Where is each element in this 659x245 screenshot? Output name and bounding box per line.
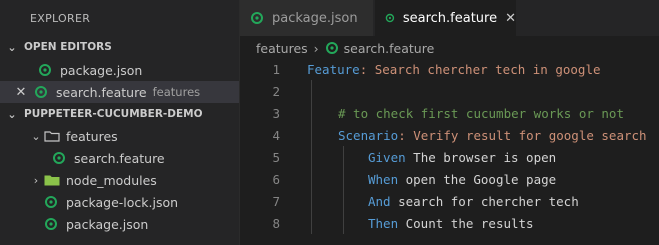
explorer-sidebar: EXPLORER ⌄ OPEN EDITORS package.json ✕ s… [0,0,240,245]
text: : Verify result for google search [398,127,647,143]
code-content: When open the Google page [368,172,556,187]
code-line[interactable]: 8 Then Count the results [240,212,659,234]
open-editor-label: search.feature [56,84,147,100]
text: The browser is open [405,149,557,165]
explorer-title: EXPLORER [30,12,91,25]
tab-package-json[interactable]: package.json [240,0,373,36]
code-line[interactable]: 6 When open the Google page [240,168,659,190]
breadcrumb-folder[interactable]: features [256,41,308,56]
tab-label: package.json [272,10,358,26]
close-icon[interactable]: ✕ [505,11,516,26]
line-number: 6 [272,171,280,187]
open-editors-header[interactable]: ⌄ OPEN EDITORS [0,36,239,58]
code-line[interactable]: 7 And search for chercher tech [240,190,659,212]
tab-label: search.feature [402,10,498,26]
tree-item-label: node_modules [66,172,157,188]
breadcrumb: features › search.feature [240,38,434,58]
code-content: Then Count the results [368,216,534,231]
code-line[interactable]: 2 [240,80,659,102]
gherkin-icon [35,86,47,98]
chevron-right-icon: › [313,40,319,56]
code-content: # to check first cucumber works or not [338,106,624,121]
tree-file-package-json[interactable]: package.json [0,213,239,235]
line-number: 4 [272,127,280,143]
text: search for chercher tech [390,193,579,209]
code-content: And search for chercher tech [368,194,579,209]
code-editor[interactable]: 1 Feature: Search chercher tech in googl… [240,58,659,245]
open-editors-label: OPEN EDITORS [24,41,112,53]
breadcrumb-file[interactable]: search.feature [344,41,435,56]
keyword: Scenario [338,127,399,143]
tree-file-package-lock[interactable]: package-lock.json [0,191,239,213]
gherkin-icon [53,152,65,164]
text: open the Google page [398,171,557,187]
text: : Search chercher tech in google [359,61,601,77]
tree-file-search-feature[interactable]: search.feature [0,147,239,169]
tree-item-label: features [66,128,118,144]
code-line[interactable]: 3 # to check first cucumber works or not [240,102,659,124]
gherkin-icon [325,42,338,54]
keyword: Given [368,149,406,165]
tab-search-feature[interactable]: search.feature ✕ [375,0,516,36]
chevron-right-icon: › [33,173,39,187]
folder-icon [44,175,60,186]
tree-item-label: package.json [66,216,149,232]
tab-bar: package.json search.feature ✕ [240,0,659,36]
open-editor-search-feature[interactable]: ✕ search.feature features [0,81,239,103]
text: Count the results [398,215,534,231]
keyword: When [368,171,399,187]
open-editor-label: package.json [60,62,143,78]
chevron-down-icon: ⌄ [7,107,17,121]
code-line[interactable]: 1 Feature: Search chercher tech in googl… [240,58,659,80]
file-icon [39,64,51,76]
line-number: 8 [272,215,280,231]
code-line[interactable]: 4 Scenario: Verify result for google sea… [240,124,659,146]
gherkin-icon [385,13,395,23]
code-content: Feature: Search chercher tech in google [307,62,601,77]
line-number: 2 [272,83,280,99]
code-content: Scenario: Verify result for google searc… [338,128,647,143]
open-editor-package-json[interactable]: package.json [0,59,239,81]
comment: # to check first cucumber works or not [338,105,624,121]
line-number: 5 [272,149,280,165]
keyword: Then [368,215,399,231]
file-icon [251,12,263,24]
line-number: 3 [272,105,280,121]
line-number: 7 [272,193,280,209]
code-content: Given The browser is open [368,150,556,165]
code-line[interactable]: 5 Given The browser is open [240,146,659,168]
open-editor-description: features [152,85,201,99]
tree-item-label: search.feature [74,150,165,166]
close-icon[interactable]: ✕ [14,85,28,100]
file-icon [45,218,57,230]
tree-folder-node-modules[interactable]: › node_modules [0,169,239,191]
chevron-down-icon: ⌄ [31,129,41,143]
line-number: 1 [272,61,280,77]
project-header[interactable]: ⌄ PUPPETEER-CUCUMBER-DEMO [0,103,239,125]
chevron-down-icon: ⌄ [7,40,17,54]
project-label: PUPPETEER-CUCUMBER-DEMO [24,108,203,120]
folder-open-icon [44,131,60,142]
tree-item-label: package-lock.json [66,194,179,210]
tree-folder-features[interactable]: ⌄ features [0,125,239,147]
file-icon [45,196,57,208]
keyword: And [368,193,391,209]
keyword: Feature [307,61,360,77]
